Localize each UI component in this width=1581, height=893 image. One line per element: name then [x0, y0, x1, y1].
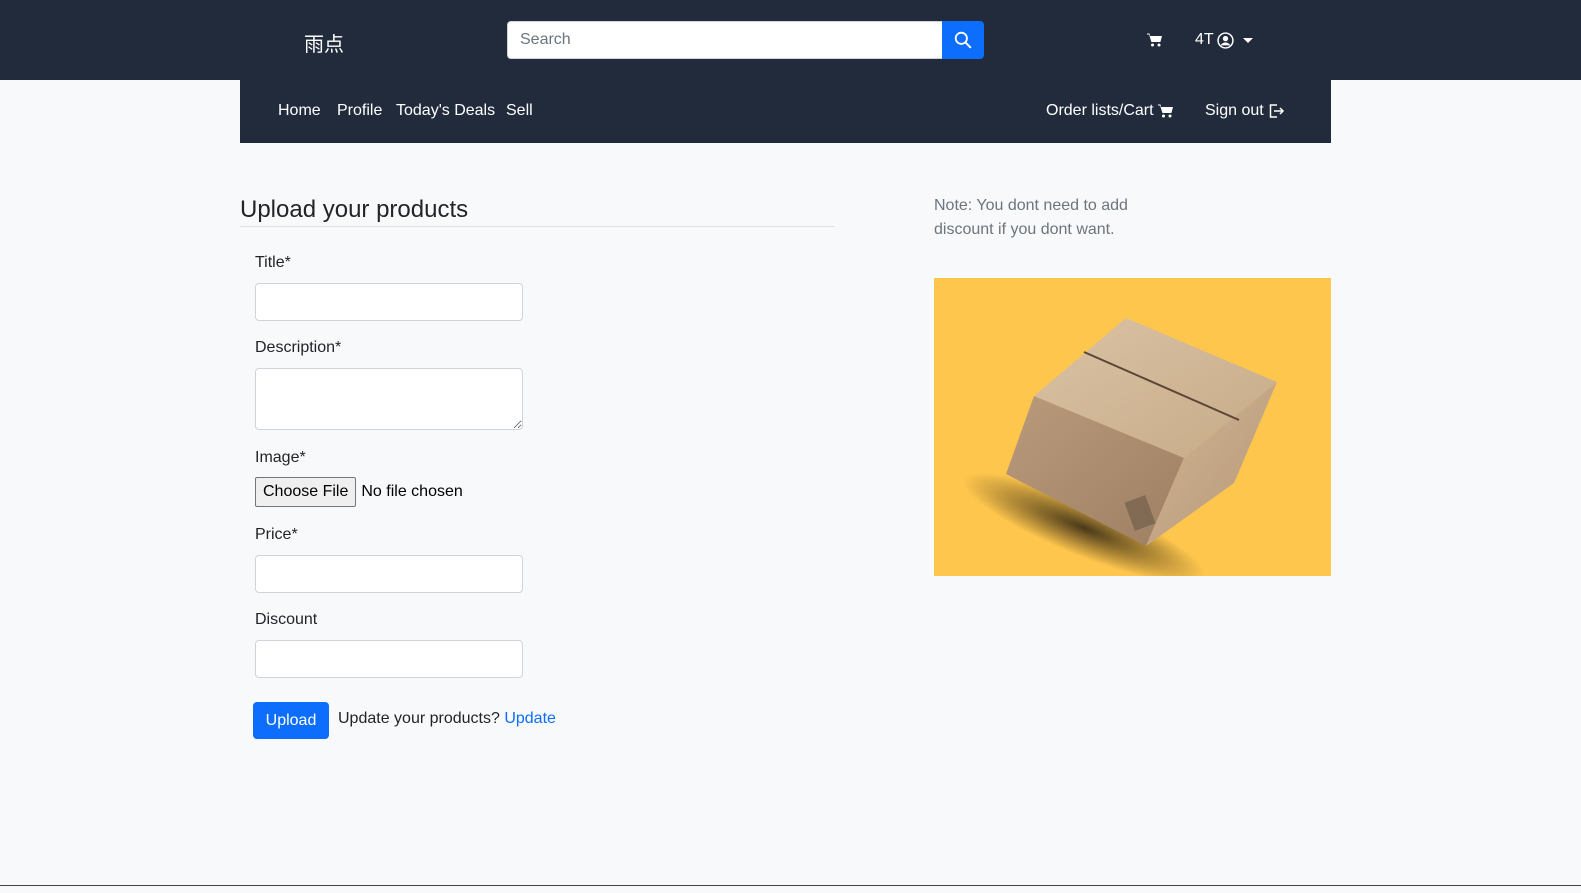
- product-box-image: [934, 278, 1331, 576]
- nav-order-lists-cart[interactable]: Order lists/Cart: [1046, 102, 1174, 120]
- update-prompt: Update your products? Update: [338, 710, 556, 728]
- nav-sell[interactable]: Sell: [506, 102, 533, 120]
- price-label: Price*: [255, 526, 298, 543]
- page-title: Upload your products: [240, 196, 469, 223]
- page-bottom-border: [0, 885, 1581, 886]
- search-input[interactable]: [507, 21, 942, 59]
- nav-todays-deals[interactable]: Today's Deals: [396, 102, 495, 120]
- price-input[interactable]: [255, 555, 523, 593]
- cart-icon: [1157, 104, 1173, 118]
- user-menu-dropdown[interactable]: 4T: [1195, 29, 1253, 51]
- description-textarea[interactable]: [255, 368, 523, 430]
- update-link[interactable]: Update: [504, 710, 556, 727]
- search-bar: [507, 21, 984, 59]
- chevron-down-icon: [1242, 37, 1253, 43]
- image-file-input[interactable]: Choose File No file chosen: [255, 477, 463, 507]
- search-icon: [954, 31, 972, 49]
- title-divider: [240, 226, 835, 227]
- user-circle-icon: [1216, 31, 1234, 49]
- top-navbar: 雨点 4T: [0, 0, 1581, 80]
- upload-button[interactable]: Upload: [253, 702, 329, 739]
- cart-button[interactable]: [1146, 31, 1164, 49]
- file-status: No file chosen: [361, 483, 463, 500]
- discount-note: Note: You dont need to add discount if y…: [934, 197, 1128, 238]
- discount-label: Discount: [255, 611, 318, 628]
- sign-out-icon: [1269, 104, 1284, 118]
- description-label: Description*: [255, 339, 342, 356]
- user-name: 4T: [1195, 31, 1214, 48]
- discount-input[interactable]: [255, 640, 523, 678]
- nav-home[interactable]: Home: [278, 102, 321, 120]
- update-prompt-text: Update your products?: [338, 710, 500, 727]
- nav-order-lists-label: Order lists/Cart: [1046, 102, 1154, 119]
- brand-logo[interactable]: 雨点: [304, 28, 344, 57]
- choose-file-button[interactable]: Choose File: [255, 477, 357, 507]
- title-input[interactable]: [255, 283, 523, 321]
- nav-sign-out-label: Sign out: [1205, 102, 1264, 119]
- cart-icon: [1147, 33, 1162, 47]
- search-button[interactable]: [942, 21, 984, 59]
- image-label: Image*: [255, 449, 306, 466]
- secondary-navbar: Home Profile Today's Deals Sell Order li…: [240, 80, 1331, 143]
- title-label: Title*: [255, 254, 291, 271]
- nav-profile[interactable]: Profile: [337, 102, 382, 120]
- nav-sign-out[interactable]: Sign out: [1205, 102, 1285, 120]
